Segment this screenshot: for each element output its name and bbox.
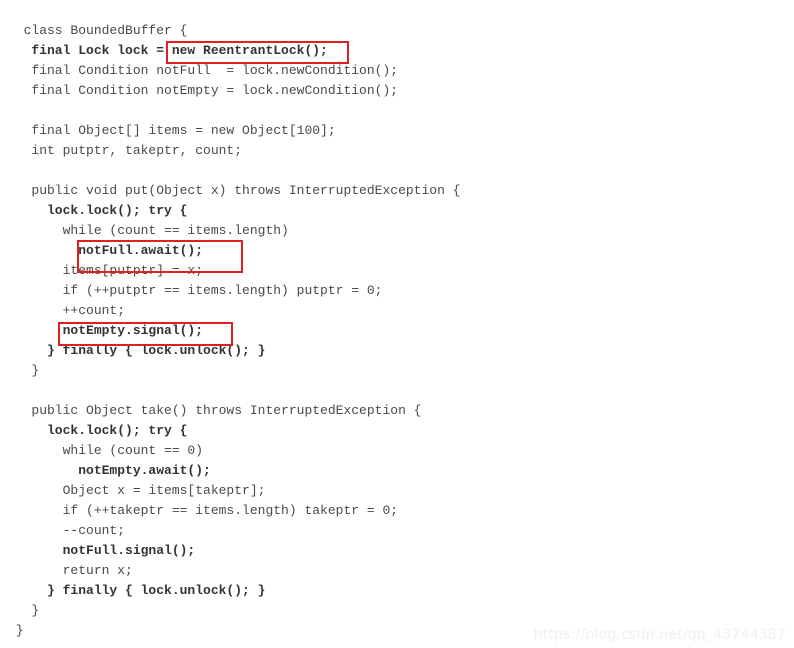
code-line: ++count; bbox=[8, 303, 126, 318]
watermark-url: https://blog.csdn.net/qq_43744387 bbox=[533, 627, 786, 643]
code-line: public void put(Object x) throws Interru… bbox=[8, 183, 461, 198]
code-line: } bbox=[8, 603, 40, 618]
code-line: notEmpty.signal(); bbox=[8, 323, 204, 338]
code-line: Object x = items[takeptr]; bbox=[8, 483, 266, 498]
code-line: if (++takeptr == items.length) takeptr =… bbox=[8, 503, 399, 518]
code-line: } finally { lock.unlock(); } bbox=[8, 583, 266, 598]
code-line: if (++putptr == items.length) putptr = 0… bbox=[8, 283, 383, 298]
code-line: class BoundedBuffer { bbox=[8, 23, 188, 38]
code-line: items[putptr] = x; bbox=[8, 263, 204, 278]
code-line: final Object[] items = new Object[100]; bbox=[8, 123, 336, 138]
code-line: final Lock lock = new ReentrantLock(); bbox=[8, 43, 328, 58]
code-line: lock.lock(); try { bbox=[8, 423, 188, 438]
code-line: final Condition notFull = lock.newCondit… bbox=[8, 63, 399, 78]
code-line: public Object take() throws InterruptedE… bbox=[8, 403, 422, 418]
code-line: --count; bbox=[8, 523, 126, 538]
code-line: } bbox=[8, 363, 40, 378]
code-line: int putptr, takeptr, count; bbox=[8, 143, 243, 158]
code-figure: class BoundedBuffer { final Lock lock = … bbox=[0, 0, 794, 648]
code-line: notFull.signal(); bbox=[8, 543, 196, 558]
code-line: notEmpty.await(); bbox=[8, 463, 211, 478]
code-line: } finally { lock.unlock(); } bbox=[8, 343, 266, 358]
code-line: notFull.await(); bbox=[8, 243, 204, 258]
code-line: final Condition notEmpty = lock.newCondi… bbox=[8, 83, 399, 98]
code-line: lock.lock(); try { bbox=[8, 203, 188, 218]
code-listing: class BoundedBuffer { final Lock lock = … bbox=[0, 21, 794, 641]
code-line: return x; bbox=[8, 563, 133, 578]
code-line: while (count == 0) bbox=[8, 443, 204, 458]
code-line: while (count == items.length) bbox=[8, 223, 289, 238]
